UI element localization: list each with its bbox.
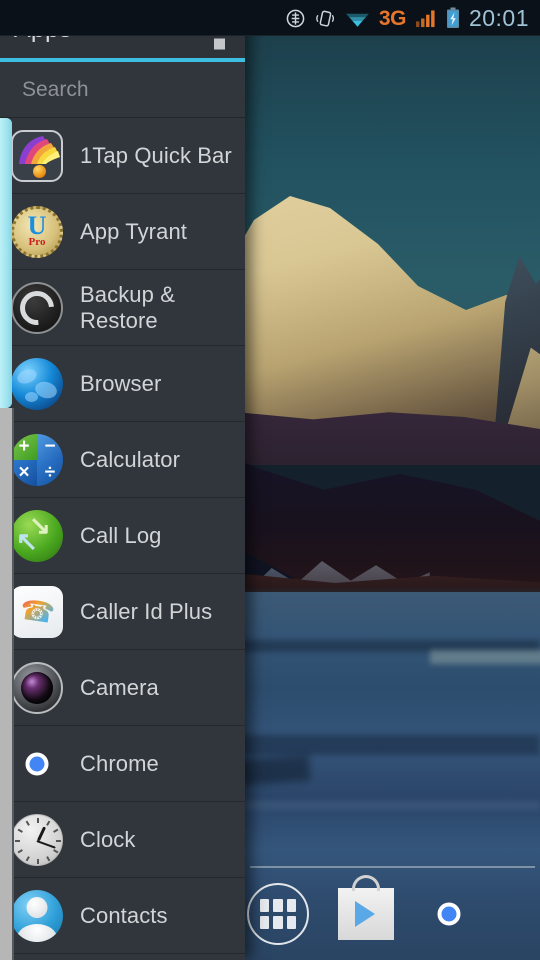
calc-plus: + <box>11 433 37 460</box>
search-input[interactable] <box>0 78 245 102</box>
list-item-label: Backup & Restore <box>80 282 175 333</box>
dock-item-play-store[interactable] <box>335 875 397 945</box>
list-item-label: Camera <box>80 674 159 700</box>
1tap-quick-bar-icon <box>11 129 63 182</box>
app-tyrant-pro-label: Pro <box>28 236 46 249</box>
vibrate-icon <box>315 10 335 27</box>
list-item[interactable]: 1Tap Quick Bar <box>0 118 245 194</box>
list-item-label: Chrome <box>80 750 159 776</box>
accent-underline <box>0 58 245 62</box>
status-bar-clock: 20:01 <box>468 4 529 31</box>
backup-restore-icon <box>11 281 63 334</box>
list-item-label: App Tyrant <box>80 218 187 244</box>
battery-charging-icon <box>446 7 459 28</box>
bluetooth-tether-icon <box>286 9 305 27</box>
clock-icon <box>11 813 63 866</box>
browser-icon <box>11 357 63 410</box>
chrome-icon <box>11 738 63 790</box>
list-item-label: 1Tap Quick Bar <box>80 142 232 168</box>
app-drawer-panel: Apps <box>0 0 245 960</box>
list-item[interactable]: ☎ Caller Id Plus <box>0 574 245 650</box>
list-item-label: Caller Id Plus <box>80 598 213 624</box>
list-item[interactable]: Clock <box>0 802 245 878</box>
status-bar[interactable]: 3G 20:01 <box>0 0 540 36</box>
all-apps-icon <box>247 883 309 945</box>
phone-glyph: ☎ <box>17 593 57 629</box>
contacts-icon <box>11 889 63 942</box>
play-store-icon <box>338 875 394 940</box>
app-list[interactable]: 1Tap Quick Bar U Pro App Tyrant Backup &… <box>0 118 245 960</box>
list-item-label: Contacts <box>80 902 168 928</box>
chrome-icon <box>418 883 480 945</box>
calc-times: × <box>11 459 37 486</box>
signal-bars-icon <box>415 9 435 27</box>
dock <box>245 868 540 960</box>
caller-id-plus-icon: ☎ <box>11 585 63 638</box>
list-scrollbar[interactable] <box>0 408 12 960</box>
list-item[interactable]: U Pro App Tyrant <box>0 194 245 270</box>
wifi-icon <box>346 13 369 27</box>
list-scrollbar-edge <box>12 408 14 960</box>
camera-icon <box>11 661 63 714</box>
list-item[interactable]: Contacts <box>0 878 245 954</box>
dock-item-chrome[interactable] <box>418 883 480 945</box>
list-item[interactable]: Chrome <box>0 726 245 802</box>
list-item[interactable]: Browser <box>0 346 245 422</box>
search-row[interactable] <box>0 62 245 118</box>
dock-divider <box>250 866 535 868</box>
list-item[interactable]: ↘ ↖ Call Log <box>0 498 245 574</box>
network-type-label: 3G <box>378 6 407 30</box>
list-item-label: Clock <box>80 826 136 852</box>
list-item-label: Calculator <box>80 446 181 472</box>
calc-minus: − <box>37 433 63 460</box>
call-in-arrow: ↖ <box>16 525 38 556</box>
drawer-edge-highlight[interactable] <box>0 118 12 408</box>
app-tyrant-icon: U Pro <box>11 205 63 258</box>
calc-divide: ÷ <box>37 459 63 486</box>
call-log-icon: ↘ ↖ <box>11 509 63 562</box>
wallpaper-lake-highlight <box>430 650 540 664</box>
android-home-screen: Apps <box>0 0 540 960</box>
calculator-icon: + − × ÷ <box>11 433 63 486</box>
list-item-label: Call Log <box>80 522 162 548</box>
list-item[interactable]: Camera <box>0 650 245 726</box>
status-bar-underline <box>0 35 540 36</box>
list-item-label: Browser <box>80 370 162 396</box>
list-item[interactable]: Backup & Restore <box>0 270 245 346</box>
list-item[interactable]: + − × ÷ Calculator <box>0 422 245 498</box>
dock-item-apps[interactable] <box>247 883 309 945</box>
app-tyrant-letter: U <box>27 210 47 240</box>
